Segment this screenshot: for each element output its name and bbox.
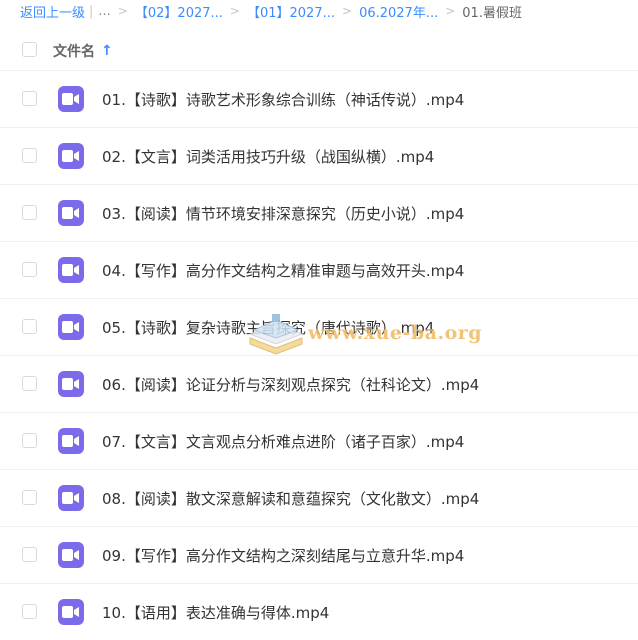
file-list-header: 文件名 ↑ xyxy=(0,30,638,70)
video-file-icon xyxy=(58,86,84,112)
file-row[interactable]: 09.【写作】高分作文结构之深刻结尾与立意升华.mp4 xyxy=(0,526,638,583)
select-all-checkbox[interactable] xyxy=(22,42,37,57)
file-row[interactable]: 06.【阅读】论证分析与深刻观点探究（社科论文）.mp4 xyxy=(0,355,638,412)
file-name[interactable]: 08.【阅读】散文深意解读和意蕴探究（文化散文）.mp4 xyxy=(102,488,479,509)
breadcrumb-item[interactable]: 06.2027年... xyxy=(359,2,438,21)
file-name[interactable]: 02.【文言】词类活用技巧升级（战国纵横）.mp4 xyxy=(102,146,434,167)
file-row[interactable]: 05.【诗歌】复杂诗歌主旨探究（唐代诗歌）.mp4 xyxy=(0,298,638,355)
chevron-right-icon: > xyxy=(229,4,240,18)
file-row[interactable]: 02.【文言】词类活用技巧升级（战国纵横）.mp4 xyxy=(0,127,638,184)
chevron-right-icon: > xyxy=(342,4,353,18)
video-file-icon xyxy=(58,542,84,568)
file-name[interactable]: 05.【诗歌】复杂诗歌主旨探究（唐代诗歌）.mp4 xyxy=(102,317,434,338)
row-checkbox[interactable] xyxy=(22,604,37,619)
row-checkbox[interactable] xyxy=(22,91,37,106)
row-checkbox[interactable] xyxy=(22,433,37,448)
breadcrumb-item[interactable]: 【02】2027... xyxy=(135,2,223,21)
file-name[interactable]: 04.【写作】高分作文结构之精准审题与高效开头.mp4 xyxy=(102,260,464,281)
video-file-icon xyxy=(58,599,84,625)
file-name[interactable]: 07.【文言】文言观点分析难点进阶（诸子百家）.mp4 xyxy=(102,431,464,452)
breadcrumb-item[interactable]: 【01】2027... xyxy=(247,2,335,21)
column-label-filename: 文件名 xyxy=(53,44,95,60)
breadcrumb-divider: | xyxy=(89,3,94,19)
sort-by-name-button[interactable]: 文件名 ↑ xyxy=(53,41,113,61)
file-row[interactable]: 08.【阅读】散文深意解读和意蕴探究（文化散文）.mp4 xyxy=(0,469,638,526)
row-checkbox[interactable] xyxy=(22,376,37,391)
video-file-icon xyxy=(58,371,84,397)
file-name[interactable]: 10.【语用】表达准确与得体.mp4 xyxy=(102,602,329,623)
file-row[interactable]: 04.【写作】高分作文结构之精准审题与高效开头.mp4 xyxy=(0,241,638,298)
video-file-icon xyxy=(58,257,84,283)
video-file-icon xyxy=(58,314,84,340)
row-checkbox[interactable] xyxy=(22,319,37,334)
video-file-icon xyxy=(58,485,84,511)
file-row[interactable]: 03.【阅读】情节环境安排深意探究（历史小说）.mp4 xyxy=(0,184,638,241)
breadcrumb-ellipsis[interactable]: ... xyxy=(98,4,110,19)
file-name[interactable]: 03.【阅读】情节环境安排深意探究（历史小说）.mp4 xyxy=(102,203,464,224)
video-file-icon xyxy=(58,143,84,169)
chevron-right-icon: > xyxy=(445,4,456,18)
row-checkbox[interactable] xyxy=(22,205,37,220)
file-list: 01.【诗歌】诗歌艺术形象综合训练（神话传说）.mp4 02.【文言】词类活用技… xyxy=(0,70,638,640)
row-checkbox[interactable] xyxy=(22,148,37,163)
row-checkbox[interactable] xyxy=(22,547,37,562)
chevron-right-icon: > xyxy=(117,4,128,18)
back-link[interactable]: 返回上一级 xyxy=(20,2,85,21)
file-row[interactable]: 10.【语用】表达准确与得体.mp4 xyxy=(0,583,638,640)
row-checkbox[interactable] xyxy=(22,262,37,277)
video-file-icon xyxy=(58,200,84,226)
file-row[interactable]: 07.【文言】文言观点分析难点进阶（诸子百家）.mp4 xyxy=(0,412,638,469)
breadcrumb: 返回上一级 | ... > 【02】2027... > 【01】2027... … xyxy=(20,0,522,22)
breadcrumb-current: 01.暑假班 xyxy=(462,5,522,21)
file-name[interactable]: 06.【阅读】论证分析与深刻观点探究（社科论文）.mp4 xyxy=(102,374,479,395)
file-name[interactable]: 09.【写作】高分作文结构之深刻结尾与立意升华.mp4 xyxy=(102,545,464,566)
row-checkbox[interactable] xyxy=(22,490,37,505)
file-name[interactable]: 01.【诗歌】诗歌艺术形象综合训练（神话传说）.mp4 xyxy=(102,89,464,110)
file-row[interactable]: 01.【诗歌】诗歌艺术形象综合训练（神话传说）.mp4 xyxy=(0,70,638,127)
video-file-icon xyxy=(58,428,84,454)
arrow-up-icon: ↑ xyxy=(101,43,113,59)
